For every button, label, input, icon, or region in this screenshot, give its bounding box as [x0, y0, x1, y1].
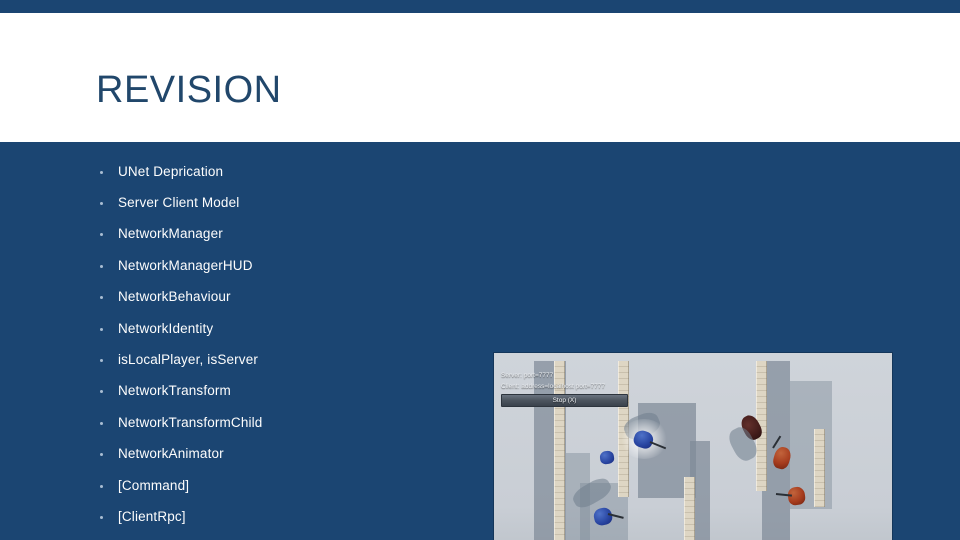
hud-stop-button-label: Stop (X) [552, 396, 577, 404]
list-item-label: NetworkAnimator [118, 446, 224, 462]
slide-title-band: REVISION [0, 13, 960, 142]
hud-server-status: Server: port=7777 [501, 372, 554, 379]
list-item: NetworkManager [96, 219, 476, 250]
bullet-dot-icon [100, 296, 103, 300]
list-item: [Command] [96, 470, 476, 501]
list-item: NetworkManagerHUD [96, 250, 476, 281]
page-title: REVISION [96, 69, 282, 111]
list-item: UNet Deprication [96, 156, 476, 187]
hud-client-status: Client: address=localhost port=7777 [501, 383, 606, 390]
unity-game-screenshot: Server: port=7777 Client: address=localh… [494, 353, 892, 540]
list-item-label: isLocalPlayer, isServer [118, 352, 259, 368]
bullet-dot-icon [100, 202, 103, 206]
list-item: NetworkAnimator [96, 439, 476, 470]
slide-top-accent-bar [0, 0, 960, 13]
list-item-label: NetworkBehaviour [118, 289, 231, 305]
list-item-label: NetworkIdentity [118, 320, 214, 336]
list-item: NetworkBehaviour [96, 282, 476, 313]
bullet-dot-icon [100, 170, 103, 174]
revision-topic-list: UNet Deprication Server Client Model Net… [96, 156, 476, 533]
list-item-label: [Command] [118, 477, 190, 493]
list-item: NetworkIdentity [96, 313, 476, 344]
bullet-dot-icon [100, 453, 103, 457]
list-item-label: UNet Deprication [118, 163, 224, 179]
list-item: NetworkTransformChild [96, 407, 476, 438]
list-item-label: NetworkTransformChild [118, 414, 263, 430]
slide-body: UNet Deprication Server Client Model Net… [0, 142, 960, 540]
maze-wall [814, 429, 825, 507]
presentation-slide: REVISION UNet Deprication Server Client … [0, 0, 960, 540]
maze-wall [684, 477, 695, 540]
list-item-label: NetworkManager [118, 226, 223, 242]
list-item: NetworkTransform [96, 376, 476, 407]
bullet-dot-icon [100, 264, 103, 268]
bullet-dot-icon [100, 327, 103, 331]
hud-stop-button[interactable]: Stop (X) [501, 394, 628, 407]
bullet-dot-icon [100, 484, 103, 488]
bullet-dot-icon [100, 359, 103, 363]
bullet-dot-icon [100, 515, 103, 519]
network-manager-hud: Server: port=7777 Client: address=localh… [501, 370, 631, 407]
list-item: [ClientRpc] [96, 501, 476, 532]
list-item-label: NetworkManagerHUD [118, 257, 253, 273]
bullet-dot-icon [100, 390, 103, 394]
list-item-label: [ClientRpc] [118, 508, 186, 524]
list-item-label: Server Client Model [118, 195, 240, 211]
bullet-dot-icon [100, 233, 103, 237]
bullet-dot-icon [100, 421, 103, 425]
list-item: Server Client Model [96, 187, 476, 218]
list-item-label: NetworkTransform [118, 383, 231, 399]
list-item: isLocalPlayer, isServer [96, 344, 476, 375]
